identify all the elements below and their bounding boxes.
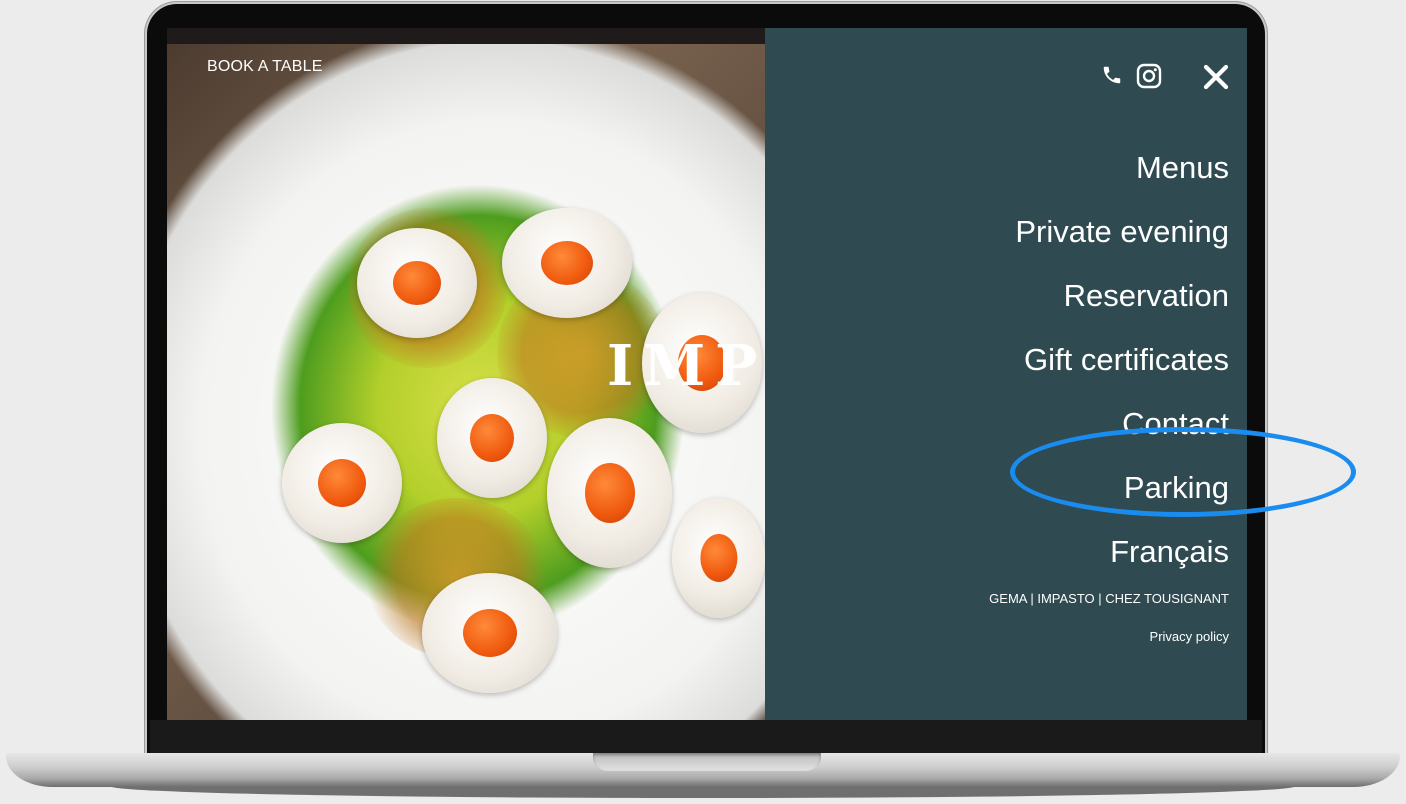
restaurant-logo[interactable]: IMP <box>607 333 767 399</box>
top-icons <box>1089 62 1229 92</box>
annotation-ellipse <box>1010 427 1356 517</box>
instagram-icon[interactable] <box>1135 62 1163 90</box>
scallop <box>422 573 557 693</box>
scallop <box>282 423 402 543</box>
scallop <box>672 498 765 618</box>
laptop-screen: BOOK A TABLE IMP Menus Private evening R… <box>167 28 1247 720</box>
book-a-table-link[interactable]: BOOK A TABLE <box>207 58 323 76</box>
scallop <box>437 378 547 498</box>
laptop-notch <box>593 753 821 771</box>
scallop <box>547 418 672 568</box>
sauce-dot <box>584 463 635 523</box>
photo-top-bar <box>167 28 765 44</box>
sauce-dot <box>470 414 514 462</box>
phone-icon[interactable] <box>1101 64 1123 86</box>
laptop-shadow <box>110 786 1296 798</box>
sauce-dot <box>462 609 517 657</box>
menu-item-menus[interactable]: Menus <box>1015 136 1229 200</box>
sauce-dot <box>393 261 441 305</box>
nav-menu-panel: Menus Private evening Reservation Gift c… <box>765 28 1247 720</box>
menu-item-reservation[interactable]: Reservation <box>1015 264 1229 328</box>
scallop <box>357 228 477 338</box>
menu-item-language[interactable]: Français <box>1015 520 1229 584</box>
menu-item-gift-certificates[interactable]: Gift certificates <box>1015 328 1229 392</box>
sauce-dot <box>318 459 366 507</box>
menu-item-private-evening[interactable]: Private evening <box>1015 200 1229 264</box>
privacy-policy-link[interactable]: Privacy policy <box>1150 629 1229 644</box>
hero-food-photo: BOOK A TABLE IMP <box>167 28 765 720</box>
sauce-dot <box>699 534 738 582</box>
close-icon[interactable] <box>1203 64 1229 90</box>
laptop-chin <box>150 720 1262 756</box>
sister-restaurants-links[interactable]: GEMA | IMPASTO | CHEZ TOUSIGNANT <box>989 591 1229 606</box>
scallop <box>502 208 632 318</box>
sauce-dot <box>541 241 593 285</box>
